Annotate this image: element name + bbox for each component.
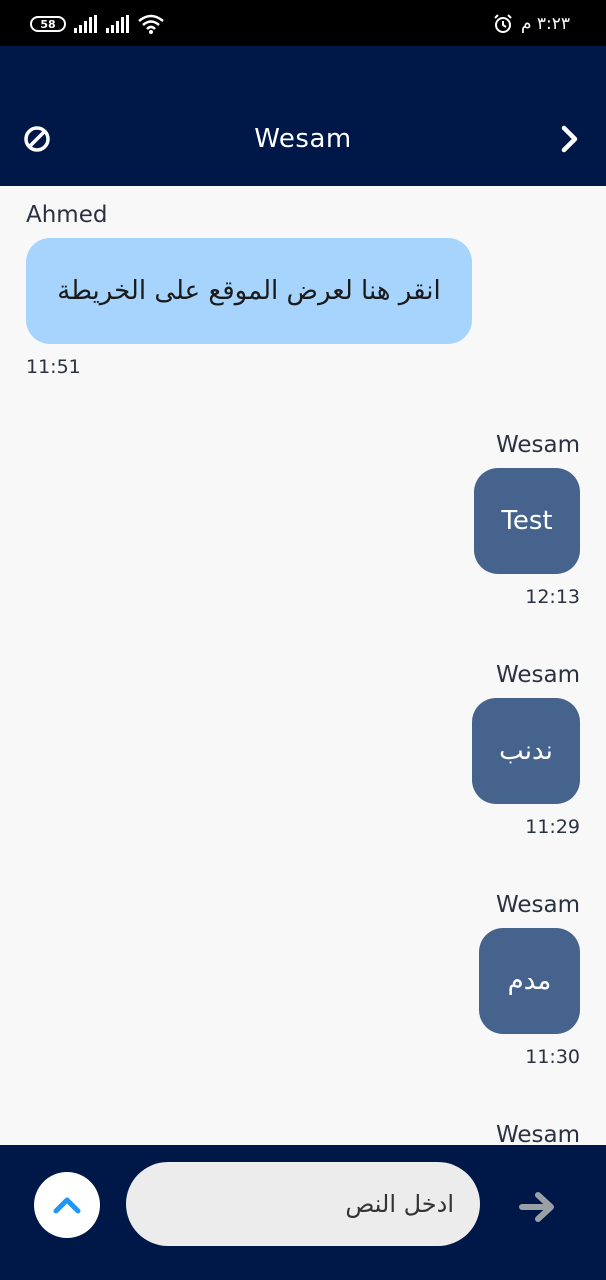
message-time: 11:29 <box>525 816 580 838</box>
message-time: 12:13 <box>525 586 580 608</box>
status-time: ٣:٢٣ م <box>520 14 570 34</box>
message-bubble[interactable]: انقر هنا لعرض الموقع على الخريطة <box>26 238 472 344</box>
chevron-up-icon <box>53 1197 81 1214</box>
status-left: 58 <box>30 14 164 34</box>
composer-bar <box>0 1145 606 1280</box>
chat-list[interactable]: Ahmed انقر هنا لعرض الموقع على الخريطة 1… <box>0 186 606 1145</box>
message-bubble[interactable]: مدم <box>479 928 580 1034</box>
message-sender: Ahmed <box>26 202 108 228</box>
message-time: 11:51 <box>26 356 81 378</box>
message-text: Test <box>501 506 553 536</box>
message-sender: Wesam <box>495 892 580 918</box>
wifi-icon <box>138 14 164 34</box>
message-sender: Wesam <box>495 1122 580 1145</box>
battery-icon: 58 <box>30 16 66 32</box>
message-outgoing: Wesam <box>380 1122 580 1145</box>
message-bubble[interactable]: ندنب <box>472 698 580 804</box>
chat-title: Wesam <box>254 124 352 154</box>
status-right: ٣:٢٣ م <box>493 14 570 34</box>
app-bar: Wesam <box>0 46 606 186</box>
alarm-icon <box>494 14 512 33</box>
signal-icon <box>74 15 97 33</box>
message-incoming: Ahmed انقر هنا لعرض الموقع على الخريطة 1… <box>26 202 486 378</box>
battery-level: 58 <box>40 17 56 31</box>
message-time: 11:30 <box>525 1046 580 1068</box>
send-arrow-icon[interactable] <box>518 1187 558 1227</box>
message-outgoing: Wesam ندنب 11:29 <box>380 662 580 838</box>
chevron-right-icon[interactable] <box>558 124 582 154</box>
message-sender: Wesam <box>495 662 580 688</box>
message-outgoing: Wesam Test 12:13 <box>380 432 580 608</box>
message-text: انقر هنا لعرض الموقع على الخريطة <box>57 276 441 306</box>
message-sender: Wesam <box>495 432 580 458</box>
status-bar: 58 ٣:٢٣ م <box>0 0 606 46</box>
message-outgoing: Wesam مدم 11:30 <box>380 892 580 1068</box>
message-text: ندنب <box>499 736 553 766</box>
message-input[interactable] <box>126 1162 480 1246</box>
signal-icon-2 <box>106 15 129 33</box>
message-bubble[interactable]: Test <box>474 468 580 574</box>
message-text: مدم <box>507 966 552 996</box>
scroll-up-button[interactable] <box>34 1172 100 1238</box>
